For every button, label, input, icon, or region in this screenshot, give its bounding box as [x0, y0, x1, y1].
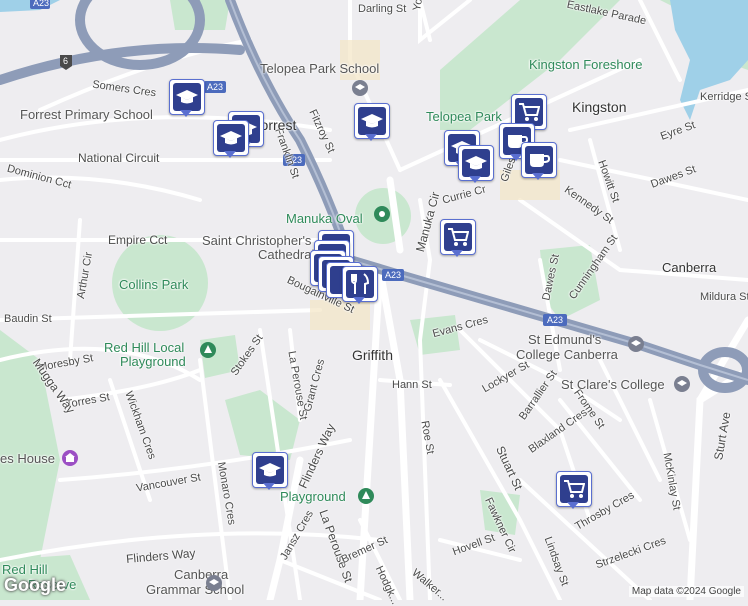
shopping-cart-icon — [564, 480, 585, 498]
school-poi-icon[interactable] — [628, 336, 644, 352]
poi-label-collins-park: Collins Park — [119, 277, 189, 292]
poi-label-st-clares: St Clare's College — [561, 377, 665, 392]
poi-label-telopea-park: Telopea Park — [426, 109, 502, 124]
school-marker[interactable] — [458, 145, 494, 185]
shopping-cart-icon — [448, 228, 469, 246]
road-label-national: National Circuit — [78, 151, 160, 165]
school-marker[interactable] — [169, 79, 205, 119]
school-poi-icon[interactable] — [352, 80, 368, 96]
school-poi-icon[interactable] — [674, 376, 690, 392]
poi-label-red-hill-playground-1: Red Hill Local — [104, 340, 185, 355]
road-label-empire: Empire Cct — [108, 233, 168, 247]
landmark-poi-icon[interactable] — [62, 450, 78, 466]
graduation-cap-icon — [361, 114, 383, 128]
route-a23-label: A23 — [547, 315, 564, 325]
poi-label-house: es House — [0, 451, 55, 466]
shop-marker[interactable] — [556, 471, 592, 511]
poi-label-st-edmunds-1: St Edmund's — [528, 332, 602, 347]
route-a23-label: A23 — [207, 82, 224, 92]
school-marker[interactable] — [213, 120, 249, 160]
restaurant-marker[interactable] — [342, 266, 378, 306]
poi-label-canberra-grammar-2: Grammar School — [146, 582, 245, 597]
road-label-darling: Darling St — [358, 3, 407, 15]
route-6-label: 6 — [63, 56, 69, 66]
park-poi-icon[interactable] — [200, 342, 216, 358]
stadium-poi-icon[interactable] — [374, 206, 390, 222]
road-label-kerridge: Kerridge St — [700, 91, 748, 103]
route-a23-label: A23 — [385, 270, 402, 280]
coffee-cup-icon — [530, 154, 550, 167]
park-poi-icon[interactable] — [358, 488, 374, 504]
google-logo: Google — [4, 575, 66, 595]
graduation-cap-icon — [465, 156, 487, 170]
map-attribution: Map data ©2024 Google — [628, 586, 744, 597]
cafe-marker[interactable] — [521, 142, 557, 182]
road-label-hann: Hann St — [392, 379, 432, 391]
city-label-canberra: Canberra — [662, 260, 717, 275]
poi-label-cathedral: Cathedral — [258, 247, 315, 262]
suburb-label-kingston: Kingston — [572, 99, 627, 115]
poi-label-telopea-school: Telopea Park School — [260, 61, 380, 76]
poi-label-playground: Playground — [280, 489, 346, 504]
school-poi-icon[interactable] — [206, 575, 222, 591]
school-marker[interactable] — [354, 103, 390, 143]
graduation-cap-icon — [176, 90, 198, 104]
school-marker[interactable] — [252, 452, 288, 492]
road-label-mildura: Mildura St — [700, 291, 748, 303]
poi-label-manuka-oval: Manuka Oval — [286, 211, 363, 226]
poi-label-st-christophers: Saint Christopher's — [202, 233, 312, 248]
shopping-cart-icon — [519, 103, 540, 121]
suburb-label-griffith: Griffith — [352, 347, 393, 363]
shop-marker[interactable] — [440, 219, 476, 259]
poi-label-st-edmunds-2: College Canberra — [516, 347, 618, 362]
poi-label-kingston-foreshore: Kingston Foreshore — [529, 57, 643, 72]
graduation-cap-icon — [259, 463, 281, 477]
fork-knife-icon — [351, 273, 370, 294]
graduation-cap-icon — [220, 131, 242, 145]
route-a23-label: A23 — [33, 0, 50, 8]
poi-label-red-hill-playground-2: Playground — [120, 354, 186, 369]
road-label-baudin: Baudin St — [4, 313, 52, 325]
poi-label-forrest-primary: Forrest Primary School — [20, 107, 153, 122]
